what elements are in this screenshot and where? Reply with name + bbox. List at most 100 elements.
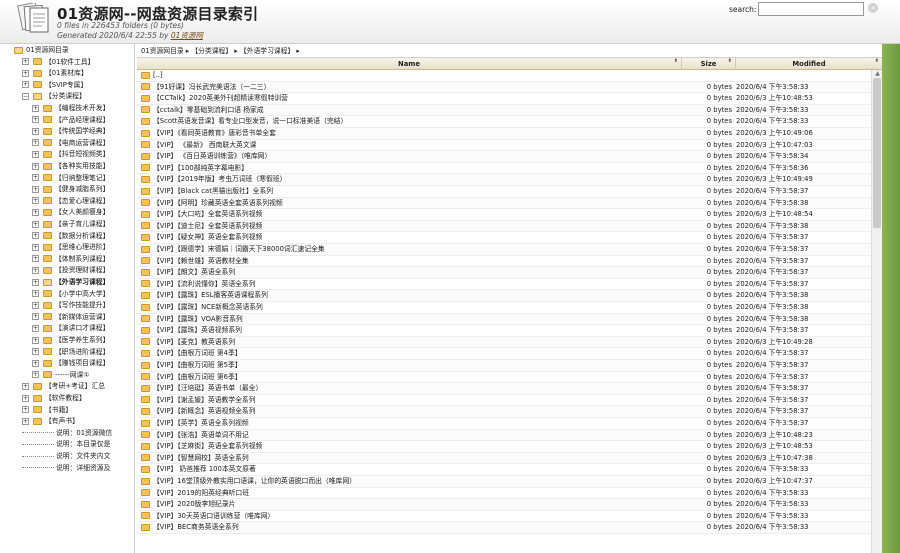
file-name[interactable]: 【VIP】【大口咗】全套英语系列视频	[153, 210, 262, 218]
expand-toggle-icon[interactable]: +	[32, 324, 39, 332]
expand-toggle-icon[interactable]: +	[32, 232, 39, 240]
expand-toggle-icon[interactable]: +	[32, 197, 39, 205]
file-name-cell[interactable]: 【VIP】 《百日英语训练营》（唯库网）	[141, 151, 671, 163]
tree-item[interactable]: + 【体制系列课程】	[32, 254, 109, 266]
file-name[interactable]: 【VIP】【100部纯英字幕电影】	[153, 164, 248, 172]
expand-toggle-icon[interactable]: +	[22, 69, 29, 77]
tree-item[interactable]: + 【产品经理课程】	[32, 115, 109, 127]
file-name-cell[interactable]: 【VIP】【Black cat黑猫出版社】全系列	[141, 186, 671, 198]
tree-item[interactable]: + 【写作技能提升】	[32, 300, 109, 312]
file-name-cell[interactable]: 【VIP】【张浩】英语单词不用记	[141, 430, 671, 442]
file-name-cell[interactable]: 【VIP】30天英语口语训练营（唯库网）	[141, 511, 671, 523]
file-name-cell[interactable]: 【VIP】【英学】英语全系列视频	[141, 418, 671, 430]
breadcrumb[interactable]: 01资源网目录 ▸ 【分类课程】 ▸ 【外语学习课程】 ▸	[137, 44, 900, 58]
table-row[interactable]: 【VIP】【麦克】教英语系列 0 bytes 2020/6/3 上午10:49:28	[137, 336, 871, 349]
file-name-cell[interactable]: 【VIP】【芝麻街】英语全套系列视频	[141, 441, 671, 453]
expand-toggle-icon[interactable]: +	[22, 81, 29, 89]
table-row[interactable]: 【VIP】【露珠】NCE新概念英语系列 0 bytes 2020/6/4 下午3:5…	[137, 302, 871, 314]
table-row[interactable]: 【VIP】《看同英语教育》唐彩音书单全套 0 bytes 2020/6/3 上午10…	[137, 128, 871, 140]
table-row[interactable]: 【VIP】30天英语口语训练营（唯库网） 0 bytes 2020/6/4 下午3:…	[137, 511, 871, 523]
column-header-name[interactable]: Name ⬍	[137, 58, 682, 70]
table-row[interactable]: 【VIP】【汪培珽】英语书单（最全） 0 bytes 2020/6/4 下午3:58…	[137, 383, 871, 395]
file-name-cell[interactable]: [..]	[141, 70, 671, 82]
tree-item[interactable]: + 【赚钱项目课程】	[32, 358, 109, 370]
file-name-cell[interactable]: 【VIP】【100部纯英字幕电影】	[141, 163, 671, 175]
sort-arrow-icon[interactable]: ⬍	[875, 59, 879, 64]
table-row[interactable]: 【VIP】BEC商务英语全系列 0 bytes 2020/6/4 下午3:58:33	[137, 522, 871, 534]
file-name[interactable]: 【VIP】【露珠】ESL播客英语课程系列	[153, 291, 268, 299]
file-name-cell[interactable]: 【VIP】【曲根万词班 第4季】	[141, 348, 671, 360]
file-name-cell[interactable]: 【VIP】【朗文】英语全系列	[141, 267, 671, 279]
table-row[interactable]: 【VIP】【新概念】英语视频全系列 0 bytes 2020/6/4 下午3:58:…	[137, 406, 871, 418]
expand-toggle-icon[interactable]: +	[32, 255, 39, 263]
file-name[interactable]: 【VIP】 奶爸推荐 100本英文原著	[153, 465, 256, 473]
file-name[interactable]: 【VIP】BEC商务英语全系列	[153, 523, 239, 531]
tree-item[interactable]: + 【演讲口才课程】	[32, 323, 109, 335]
file-name[interactable]: 【Scott英语发音课】看专业口型发音，说一口标准美语（完结）	[153, 117, 347, 125]
file-name-cell[interactable]: 【VIP】【迪士尼】全套英语系列视频	[141, 221, 671, 233]
vertical-scrollbar[interactable]: ▲	[871, 70, 882, 553]
column-header-modified[interactable]: Modified ⬍	[736, 58, 882, 70]
expand-toggle-icon[interactable]: +	[32, 116, 39, 124]
table-row[interactable]: 【Scott英语发音课】看专业口型发音，说一口标准美语（完结） 0 bytes 20…	[137, 116, 871, 128]
tree-item[interactable]: 说明：文件夹内文	[22, 451, 110, 463]
tree-item[interactable]: + 【01素材库】	[22, 68, 88, 80]
file-name[interactable]: 【VIP】【疑女神】英语全套系列视频	[153, 233, 262, 241]
file-name[interactable]: 【VIP】【露珠】NCE新概念英语系列	[153, 303, 263, 311]
file-name[interactable]: 【VIP】【英学】英语全系列视频	[153, 419, 249, 427]
table-row[interactable]: 【VIP】【露珠】VOA影音系列 0 bytes 2020/6/4 下午3:58:3…	[137, 313, 871, 326]
table-row[interactable]: 【VIP】【大口咗】全套英语系列视频 0 bytes 2020/6/3 上午10:4…	[137, 209, 871, 221]
table-row[interactable]: 【VIP】【流利说懂你】英语全系列 0 bytes 2020/6/4 下午3:58:…	[137, 279, 871, 291]
file-name-cell[interactable]: 【91好课】冯长武完美语法（一二三）	[141, 82, 671, 94]
file-name-cell[interactable]: 【VIP】【新概念】英语视频全系列	[141, 406, 671, 418]
tree-item[interactable]: 说明：详细资源及	[22, 463, 110, 475]
file-name-cell[interactable]: 【VIP】【大口咗】全套英语系列视频	[141, 209, 671, 221]
file-name[interactable]: 【VIP】2020版李旭纪录片	[153, 500, 235, 508]
tree-item[interactable]: + 【书籍】	[22, 405, 72, 417]
file-name-cell[interactable]: 【VIP】 《最新》 西南联大英文课	[141, 140, 671, 152]
table-row[interactable]: 【VIP】【露珠】ESL播客英语课程系列 0 bytes 2020/6/4 下午3:…	[137, 290, 871, 302]
table-row[interactable]: 【VIP】【Black cat黑猫出版社】全系列 0 bytes 2020/6/4 …	[137, 186, 871, 198]
table-row[interactable]: 【CCTalk】2020英美外刊超精读寒假特训营 0 bytes 2020/6/3 …	[137, 93, 871, 105]
tree-item[interactable]: + 【恋爱心理课程】	[32, 196, 109, 208]
file-name[interactable]: 【VIP】【曲根万词班 第5季】	[153, 361, 242, 369]
tree-item[interactable]: + 【健身减脂系列】	[32, 184, 109, 196]
tree-item[interactable]: + 【医学养生系列】	[32, 335, 109, 347]
table-row[interactable]: 【VIP】【英学】英语全系列视频 0 bytes 2020/6/4 下午3:58:3…	[137, 418, 871, 430]
tree-item[interactable]: 说明：本目录仅是	[22, 439, 110, 451]
file-name[interactable]: 【VIP】【Black cat黑猫出版社】全系列	[153, 187, 273, 195]
file-name[interactable]: [..]	[153, 71, 163, 79]
site-link[interactable]: 01资源网	[171, 31, 203, 40]
table-row[interactable]: 【VIP】【露珠】英语视频系列 0 bytes 2020/6/4 下午3:58:37	[137, 325, 871, 337]
tree-item[interactable]: + 【传统国学经典】	[32, 126, 109, 138]
expand-toggle-icon[interactable]: +	[32, 371, 39, 379]
expand-toggle-icon[interactable]: +	[32, 127, 39, 135]
file-name-cell[interactable]: 【VIP】【2019年版】考虫万词班（寒假班）	[141, 174, 671, 186]
tree-item[interactable]: + 【考研+考证】汇总	[22, 381, 105, 393]
tree-item[interactable]: + ------网课①	[32, 370, 89, 382]
file-name[interactable]: 【VIP】16堂顶级外教实用口语课，让你的英语脱口而出（唯库网）	[153, 477, 356, 485]
tree-item[interactable]: + 【有声书】	[22, 416, 79, 428]
file-name[interactable]: 【VIP】【新概念】英语视频全系列	[153, 407, 256, 415]
file-name-cell[interactable]: 【CCTalk】2020英美外刊超精读寒假特训营	[141, 93, 671, 105]
file-name-cell[interactable]: 【VIP】【露珠】VOA影音系列	[141, 314, 671, 326]
file-name[interactable]: 【VIP】【芝麻街】英语全套系列视频	[153, 442, 262, 450]
table-row[interactable]: 【VIP】【疑女神】英语全套系列视频 0 bytes 2020/6/4 下午3:58…	[137, 232, 871, 244]
sort-arrow-icon[interactable]: ⬍	[674, 59, 678, 64]
file-name-cell[interactable]: 【VIP】2020版李旭纪录片	[141, 499, 671, 511]
file-name-cell[interactable]: 【VIP】【露珠】ESL播客英语课程系列	[141, 290, 671, 302]
file-name[interactable]: 【VIP】30天英语口语训练营（唯库网）	[153, 512, 274, 520]
table-row[interactable]: 【VIP】【智慧网校】英语全系列 0 bytes 2020/6/3 上午10:47:…	[137, 452, 871, 465]
expand-toggle-icon[interactable]: +	[22, 58, 29, 66]
expand-toggle-icon[interactable]: +	[32, 301, 39, 309]
table-row[interactable]: 【VIP】【2019年版】考虫万词班（寒假班） 0 bytes 2020/6/3 上…	[137, 174, 871, 186]
expand-toggle-icon[interactable]: +	[32, 208, 39, 216]
file-name-cell[interactable]: 【VIP】【谢孟媛】英语教学全系列	[141, 395, 671, 407]
table-row[interactable]: 【VIP】2020版李旭纪录片 0 bytes 2020/6/4 下午3:58:33	[137, 499, 871, 511]
file-name[interactable]: 【VIP】【张浩】英语单词不用记	[153, 431, 249, 439]
file-name-cell[interactable]: 【VIP】【麦克】教英语系列	[141, 337, 671, 349]
clear-search-icon[interactable]: ×	[868, 3, 878, 13]
table-row[interactable]: 【VIP】【张浩】英语单词不用记 0 bytes 2020/6/3 上午10:48:…	[137, 429, 871, 442]
tree-item[interactable]: + 【各种实用技能】	[32, 161, 109, 173]
file-name[interactable]: 【VIP】【阿明】珍藏英语全套英语系列视频	[153, 199, 283, 207]
